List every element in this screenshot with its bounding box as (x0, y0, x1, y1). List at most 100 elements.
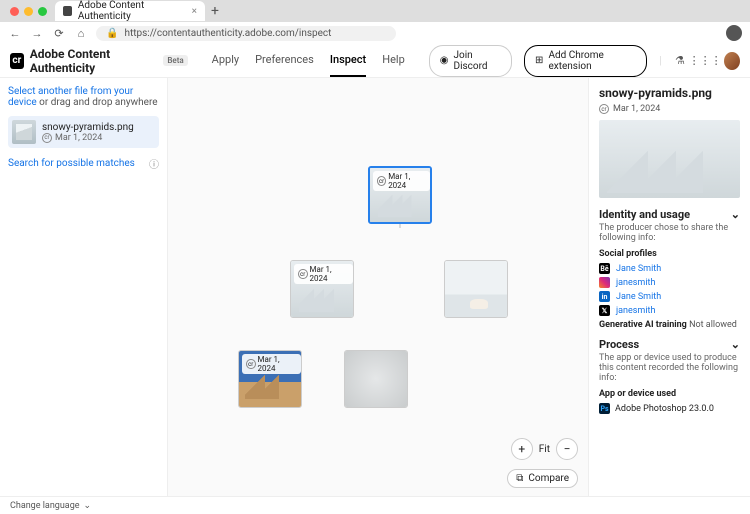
search-matches-link[interactable]: Search for possible matches (8, 158, 135, 169)
url-text: https://contentauthenticity.adobe.com/in… (124, 28, 331, 39)
add-extension-button[interactable]: ⊞ Add Chrome extension (524, 45, 647, 77)
discord-label: Join Discord (454, 50, 502, 72)
maximize-window-icon[interactable] (38, 7, 47, 16)
node-mid-left[interactable]: crMar 1, 2024 (290, 260, 354, 318)
app-used-head: App or device used (599, 389, 740, 399)
nav-tabs: Apply Preferences Inspect Help (212, 44, 405, 77)
user-avatar[interactable] (724, 52, 740, 70)
tab-title: Adobe Content Authenticity (78, 0, 186, 22)
apps-grid-icon[interactable]: ⋮⋮⋮ (698, 54, 712, 68)
node-leaf-left[interactable]: crMar 1, 2024 (238, 350, 302, 408)
file-thumbnail (12, 120, 36, 144)
browser-tab[interactable]: Adobe Content Authenticity × (55, 1, 205, 21)
app-row: Ps Adobe Photoshop 23.0.0 (599, 403, 740, 414)
tab-preferences[interactable]: Preferences (255, 44, 314, 77)
node-tag: crMar 1, 2024 (242, 354, 301, 374)
close-tab-icon[interactable]: × (192, 6, 197, 17)
profile-behance: Bē Jane Smith (599, 263, 740, 274)
tab-apply[interactable]: Apply (212, 44, 239, 77)
lock-icon: 🔒 (106, 28, 118, 39)
zoom-controls: + Fit − (511, 438, 578, 460)
profile-linkedin: in Jane Smith (599, 291, 740, 302)
back-button[interactable]: ← (8, 27, 22, 40)
address-bar[interactable]: 🔒 https://contentauthenticity.adobe.com/… (96, 26, 396, 41)
node-image (345, 351, 407, 407)
node-tag: crMar 1, 2024 (373, 171, 430, 191)
node-mid-right[interactable] (444, 260, 508, 318)
zoom-in-button[interactable]: + (511, 438, 533, 460)
browser-tabbar: Adobe Content Authenticity × + (0, 0, 750, 22)
join-discord-button[interactable]: ◉ Join Discord (429, 45, 512, 77)
upload-hint: Select another file from your device or … (8, 86, 159, 108)
credentials-icon: cr (599, 104, 609, 114)
sidebar-left: Select another file from your device or … (0, 78, 168, 496)
window-controls[interactable] (10, 7, 47, 16)
panel-title: snowy-pyramids.png (599, 86, 740, 100)
profile-link[interactable]: janesmith (616, 306, 655, 316)
linkedin-icon: in (599, 291, 610, 302)
browser-profile-avatar[interactable] (726, 25, 742, 41)
main: Select another file from your device or … (0, 78, 750, 496)
reload-button[interactable]: ⟳ (52, 27, 66, 40)
file-date: cr Mar 1, 2024 (42, 133, 134, 143)
x-icon: 𝕏 (599, 305, 610, 316)
chevron-down-icon[interactable]: ⌄ (731, 338, 740, 351)
process-sub: The app or device used to produce this c… (599, 353, 740, 383)
identity-head: Identity and usage (599, 208, 690, 221)
chevron-down-icon: ⌄ (84, 501, 92, 511)
tab-inspect[interactable]: Inspect (330, 44, 366, 77)
profile-link[interactable]: janesmith (616, 278, 655, 288)
home-button[interactable]: ⌂ (74, 27, 88, 40)
profile-link[interactable]: Jane Smith (616, 292, 661, 302)
upload-hint-rest: or drag and drop anywhere (37, 97, 158, 108)
app-name: Adobe Photoshop 23.0.0 (615, 404, 714, 414)
brand-icon: cr (10, 53, 24, 69)
compare-icon: ⧉ (516, 473, 523, 484)
brand-label: Adobe Content Authenticity (30, 47, 158, 75)
favicon-icon (63, 6, 72, 16)
social-profiles-head: Social profiles (599, 249, 740, 259)
node-image (445, 261, 507, 317)
provenance-canvas[interactable]: crMar 1, 2024 crMar 1, 2024 crMar 1, 202… (168, 78, 588, 496)
file-name: snowy-pyramids.png (42, 122, 134, 133)
forward-button[interactable]: → (30, 27, 44, 40)
brand[interactable]: cr Adobe Content Authenticity Beta (10, 47, 188, 75)
info-icon[interactable]: ⓘ (149, 156, 159, 171)
instagram-icon (599, 277, 610, 288)
minimize-window-icon[interactable] (24, 7, 33, 16)
credentials-icon: cr (42, 133, 52, 143)
zoom-out-button[interactable]: − (556, 438, 578, 460)
browser-toolbar: ← → ⟳ ⌂ 🔒 https://contentauthenticity.ad… (0, 22, 750, 44)
node-root[interactable]: crMar 1, 2024 (368, 166, 432, 224)
tab-help[interactable]: Help (382, 44, 405, 77)
compare-label: Compare (528, 473, 569, 484)
profile-link[interactable]: Jane Smith (616, 264, 661, 274)
photoshop-icon: Ps (599, 403, 610, 414)
new-tab-button[interactable]: + (211, 4, 219, 18)
node-tag: crMar 1, 2024 (294, 264, 353, 284)
app-header: cr Adobe Content Authenticity Beta Apply… (0, 44, 750, 78)
genai-row: Generative AI training Not allowed (599, 320, 740, 330)
extension-label: Add Chrome extension (548, 50, 636, 72)
chevron-down-icon[interactable]: ⌄ (731, 208, 740, 221)
extension-icon: ⊞ (535, 55, 543, 66)
profile-instagram: janesmith (599, 277, 740, 288)
beta-badge: Beta (163, 55, 187, 66)
fit-label: Fit (539, 444, 550, 455)
change-language-button[interactable]: Change language ⌄ (10, 501, 91, 511)
profile-x: 𝕏 janesmith (599, 305, 740, 316)
details-panel: snowy-pyramids.png cr Mar 1, 2024 Identi… (588, 78, 750, 496)
panel-date: cr Mar 1, 2024 (599, 104, 740, 114)
labs-icon[interactable]: ⚗ (674, 54, 686, 68)
panel-preview (599, 120, 740, 198)
file-card[interactable]: snowy-pyramids.png cr Mar 1, 2024 (8, 116, 159, 148)
node-leaf-right[interactable] (344, 350, 408, 408)
identity-sub: The producer chose to share the followin… (599, 223, 740, 243)
compare-button[interactable]: ⧉ Compare (507, 469, 578, 488)
discord-icon: ◉ (440, 55, 449, 66)
close-window-icon[interactable] (10, 7, 19, 16)
footer: Change language ⌄ (0, 496, 750, 514)
browser-chrome: Adobe Content Authenticity × + ← → ⟳ ⌂ 🔒… (0, 0, 750, 44)
process-head: Process (599, 338, 639, 351)
behance-icon: Bē (599, 263, 610, 274)
